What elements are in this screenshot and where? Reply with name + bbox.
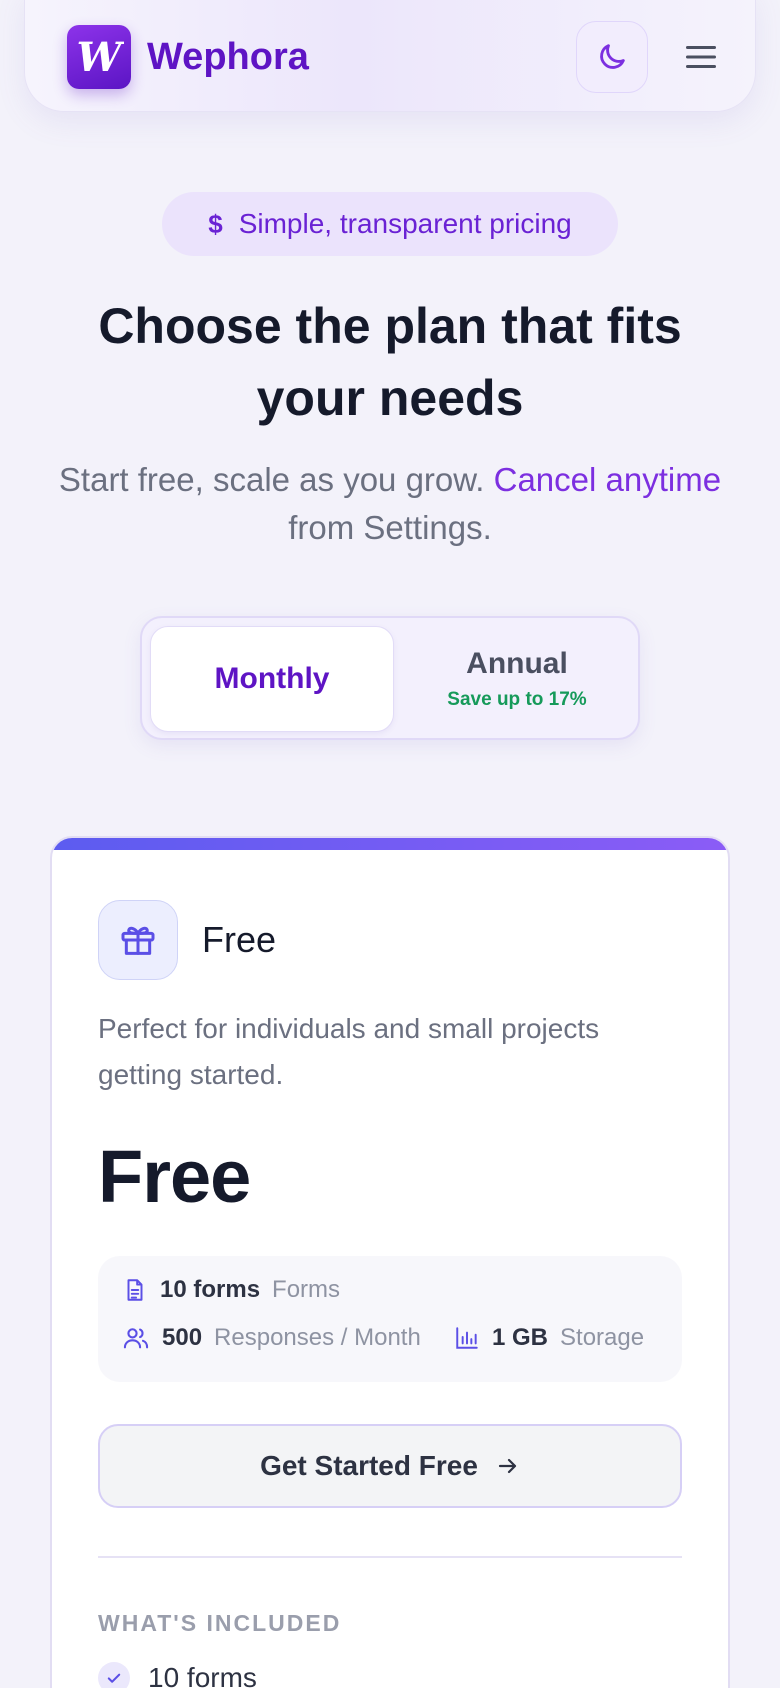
- monthly-option[interactable]: Monthly: [150, 626, 394, 732]
- gift-icon: [121, 926, 155, 955]
- menu-button[interactable]: [671, 27, 731, 87]
- logo-w-icon: W: [77, 34, 124, 80]
- annual-label: Annual: [466, 647, 568, 680]
- responses-limit-value: 500: [162, 1324, 203, 1351]
- top-nav-bar: W Wephora: [24, 0, 756, 112]
- plan-price: Free: [98, 1135, 251, 1218]
- subtitle-text: Start free, scale as you grow.: [58, 461, 485, 498]
- subtitle-end-text: from Settings.: [288, 509, 492, 546]
- billing-period-toggle: Monthly Annual Save up to 17%: [140, 616, 640, 740]
- card-accent-bar: [52, 838, 728, 850]
- bar-chart-icon: [456, 1327, 478, 1349]
- annual-option[interactable]: Annual Save up to 17%: [404, 626, 630, 732]
- svg-text:W: W: [77, 34, 124, 80]
- brand-name[interactable]: Wephora: [147, 25, 309, 89]
- feature-label: 10 forms: [148, 1662, 257, 1688]
- divider: [98, 1556, 682, 1558]
- pricing-badge: $ Simple, transparent pricing: [162, 192, 618, 256]
- get-started-label: Get Started Free: [260, 1450, 478, 1481]
- page-subtitle: Start free, scale as you grow. Cancel an…: [40, 456, 740, 552]
- limit-responses: 500 Responses / Month: [122, 1324, 421, 1352]
- plan-icon-tile: [98, 900, 178, 980]
- whats-included-heading: WHAT'S INCLUDED: [98, 1610, 342, 1636]
- limit-forms: 10 forms Forms: [122, 1276, 340, 1304]
- plan-limits-box: 10 forms Forms 500 Responses / Month 1 G…: [98, 1256, 682, 1382]
- document-icon: [127, 1279, 143, 1301]
- plan-description: Perfect for individuals and small projec…: [98, 1013, 600, 1090]
- page-title: Choose the plan that fits your needs: [98, 298, 682, 426]
- storage-limit-value: 1 GB: [492, 1324, 549, 1351]
- users-icon: [123, 1328, 149, 1349]
- theme-toggle-button[interactable]: [576, 21, 648, 93]
- feature-item: 10 forms: [98, 1662, 257, 1688]
- forms-limit-value: 10 forms: [160, 1276, 261, 1303]
- plan-card-free: Free Perfect for individuals and small p…: [50, 836, 730, 1688]
- logo[interactable]: W: [67, 25, 131, 89]
- moon-icon: [600, 44, 625, 69]
- arrow-right-icon: [498, 1458, 517, 1474]
- cancel-anytime-link[interactable]: Cancel anytime: [494, 461, 721, 498]
- pricing-badge-text: Simple, transparent pricing: [238, 208, 572, 239]
- limit-storage: 1 GB Storage: [454, 1324, 644, 1352]
- dollar-icon: $: [208, 208, 223, 239]
- forms-limit-label: Forms: [272, 1276, 341, 1303]
- responses-limit-label: Responses / Month: [214, 1324, 421, 1351]
- storage-limit-label: Storage: [560, 1324, 645, 1351]
- check-icon: [98, 1662, 130, 1688]
- get-started-button[interactable]: Get Started Free: [98, 1424, 682, 1508]
- hamburger-icon: [686, 46, 716, 68]
- plan-name: Free: [202, 919, 277, 960]
- annual-savings-note: Save up to 17%: [447, 689, 587, 710]
